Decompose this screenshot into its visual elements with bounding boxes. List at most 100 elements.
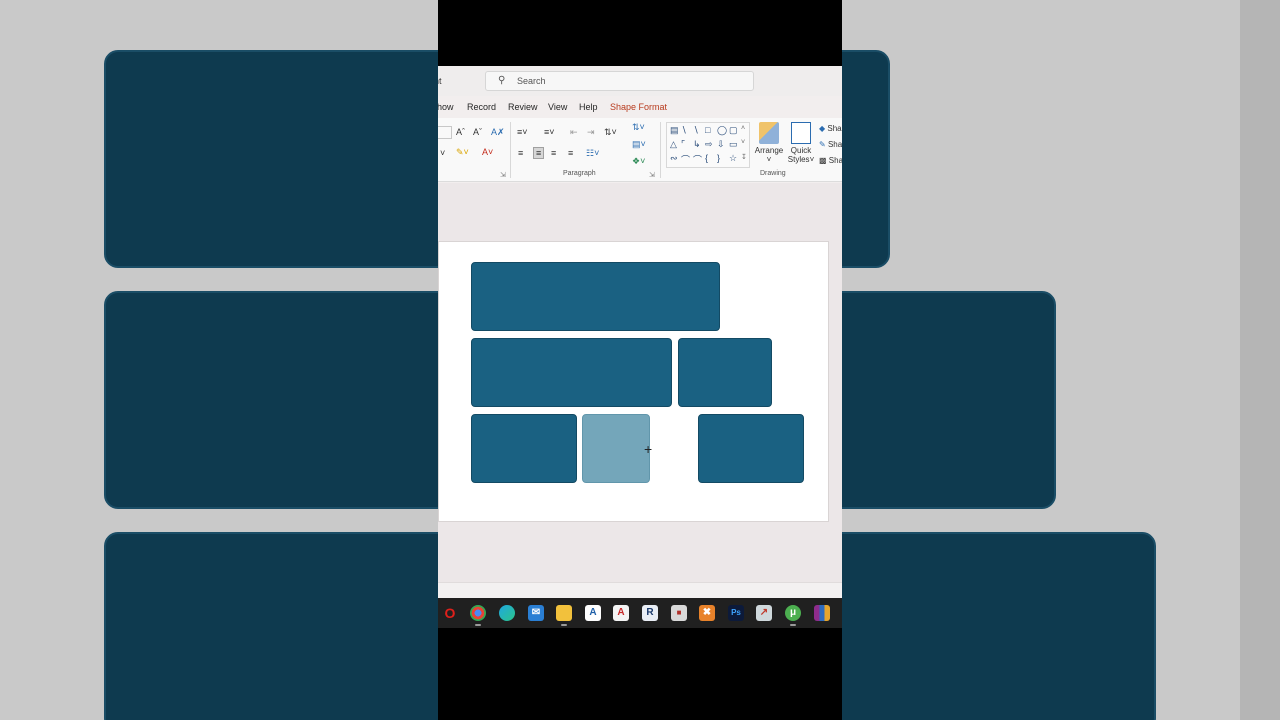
arrow-right-shape-icon[interactable]: ⇨ (705, 139, 713, 150)
bullets-icon[interactable]: ≡˅ (517, 127, 528, 137)
align-text-icon[interactable]: ▤˅ (632, 139, 646, 149)
shape-block-5[interactable] (698, 414, 804, 483)
align-left-icon[interactable]: ≡ (518, 148, 523, 158)
chevron-down-icon: ˅ (766, 155, 772, 164)
shape-block-2[interactable] (471, 338, 672, 407)
star-shape-icon[interactable]: ☆ (729, 153, 737, 164)
brace-shape-icon[interactable]: } (717, 153, 720, 163)
paragraph-group-label: Paragraph (563, 170, 596, 177)
tab-slideshow[interactable]: how (438, 102, 454, 112)
shape-block-selected[interactable] (582, 414, 650, 483)
crosshair-cursor-icon: + (644, 441, 653, 457)
running-indicator (475, 624, 481, 626)
shape-block-1[interactable] (471, 262, 720, 331)
font-color-icon[interactable]: A˅ (482, 147, 493, 157)
line-shape-icon[interactable]: ∖ (681, 125, 687, 136)
running-indicator (561, 624, 567, 626)
photoshop-icon[interactable]: Ps (728, 605, 744, 621)
tab-review[interactable]: Review (508, 102, 538, 112)
align-right-icon[interactable]: ≡ (551, 148, 556, 158)
a-app-icon[interactable]: A (585, 605, 601, 621)
pen-icon: ✎ (819, 140, 826, 149)
scroll-down-icon[interactable]: ˅ (741, 139, 745, 146)
columns-icon[interactable]: ☷˅ (586, 148, 599, 158)
drawing-group-label: Drawing (760, 170, 786, 177)
edge-icon[interactable] (499, 605, 515, 621)
line-spacing-icon[interactable]: ⇅˅ (604, 127, 617, 137)
shrink-font-icon[interactable]: Aˇ (473, 127, 482, 137)
connector-shape-icon[interactable]: ⌜ (681, 139, 685, 150)
quick-styles-label: Quick (790, 146, 812, 155)
screen: nt ⚲ Search how Record Review View Help … (0, 0, 1280, 720)
textbox-shape-icon[interactable]: ▤ (670, 125, 679, 136)
grow-font-icon[interactable]: Aˆ (456, 127, 465, 137)
rectangle-shape-icon[interactable]: □ (705, 125, 710, 135)
ribbon-tabs: how Record Review View Help Shape Format (438, 99, 842, 117)
shape-effects-button[interactable]: ▩ Sha (819, 156, 842, 166)
ribbon: Aˆ Aˇ A✗ ˅ ✎˅ A˅ ≡˅ ≡˅ ⇤ ⇥ ⇅˅ ≡ ≡ ≡ ≡ ☷˅… (438, 118, 842, 182)
font-size-dropdown[interactable] (438, 126, 452, 139)
video-frame: nt ⚲ Search how Record Review View Help … (438, 0, 842, 720)
image-app-icon[interactable]: ↗ (756, 605, 772, 621)
slide-canvas[interactable]: + (438, 241, 829, 522)
tab-help[interactable]: Help (579, 102, 598, 112)
quick-styles-button[interactable]: Quick Styles˅ (786, 122, 816, 164)
arc-shape-icon[interactable]: ⌒ (693, 153, 702, 166)
divider (660, 122, 661, 178)
acrobat-icon[interactable]: A (613, 605, 629, 621)
r-app-icon[interactable]: R (642, 605, 658, 621)
line-shape-icon[interactable]: ∖ (693, 125, 699, 136)
tool-icon[interactable]: ■ (671, 605, 687, 621)
arrow-down-shape-icon[interactable]: ⇩ (717, 139, 725, 150)
quick-styles-icon (791, 122, 811, 144)
chrome-icon[interactable] (470, 605, 486, 626)
paragraph-dialog-launcher-icon[interactable]: ⇲ (649, 171, 655, 181)
search-box[interactable]: ⚲ Search (485, 71, 754, 91)
highlight-icon[interactable]: ✎˅ (456, 147, 469, 157)
more-shapes-icon[interactable]: ↧ (741, 153, 747, 161)
chevron-down-icon: ˅ (809, 155, 815, 164)
x-app-icon[interactable]: ✖ (699, 605, 715, 621)
shape-effects-label: Sha (828, 156, 842, 165)
shape-block-4[interactable] (471, 414, 577, 483)
status-bar (438, 582, 842, 598)
text-direction-icon[interactable]: ⇅˅ (632, 122, 645, 132)
curve-shape-icon[interactable]: ⌒ (681, 153, 690, 166)
running-indicator (790, 624, 796, 626)
numbering-icon[interactable]: ≡˅ (544, 127, 555, 137)
quick-styles-label-2: Styles (787, 155, 810, 164)
shape-outline-label: Sha (827, 140, 842, 149)
increase-indent-icon[interactable]: ⇥ (587, 127, 595, 137)
mail-icon[interactable]: ✉ (528, 605, 544, 621)
scroll-up-icon[interactable]: ˄ (741, 125, 745, 132)
arrange-icon (759, 122, 779, 144)
connector-shape-icon[interactable]: ↳ (693, 139, 701, 150)
shapes-gallery[interactable]: ▤ ∖ ∖ □ ◯ ▢ △ ⌜ ↳ ⇨ ⇩ ▭ ∾ ⌒ ⌒ { } ☆ ˄ ˅ … (666, 122, 750, 168)
tab-shape-format[interactable]: Shape Format (610, 102, 667, 112)
smartart-icon[interactable]: ❖˅ (632, 156, 645, 166)
opera-icon[interactable]: O (442, 605, 458, 621)
arrange-button[interactable]: Arrange ˅ (754, 122, 784, 164)
shape-block-3[interactable] (678, 338, 772, 407)
align-center-icon[interactable]: ≡ (533, 147, 545, 159)
tab-record[interactable]: Record (467, 102, 496, 112)
shape-fill-button[interactable]: ◆ Sha (819, 124, 842, 134)
shape-outline-button[interactable]: ✎ Sha (819, 140, 842, 150)
justify-icon[interactable]: ≡ (568, 148, 573, 158)
file-explorer-icon[interactable] (556, 605, 572, 626)
font-dialog-launcher-icon[interactable]: ⇲ (500, 171, 506, 181)
clear-format-icon[interactable]: A✗ (491, 127, 505, 137)
divider (510, 122, 511, 178)
blurred-edge (1240, 0, 1280, 720)
oval-shape-icon[interactable]: ◯ (717, 125, 727, 136)
brace-shape-icon[interactable]: { (705, 153, 708, 163)
rounded-rect-shape-icon[interactable]: ▢ (729, 125, 738, 136)
chevron-down-icon[interactable]: ˅ (440, 148, 445, 158)
decrease-indent-icon[interactable]: ⇤ (570, 127, 578, 137)
freeform-shape-icon[interactable]: ∾ (670, 153, 678, 164)
flowchart-shape-icon[interactable]: ▭ (729, 139, 738, 150)
utorrent-icon[interactable]: μ (785, 605, 801, 626)
triangle-shape-icon[interactable]: △ (670, 139, 677, 150)
winrar-icon[interactable] (814, 605, 830, 621)
tab-view[interactable]: View (548, 102, 567, 112)
